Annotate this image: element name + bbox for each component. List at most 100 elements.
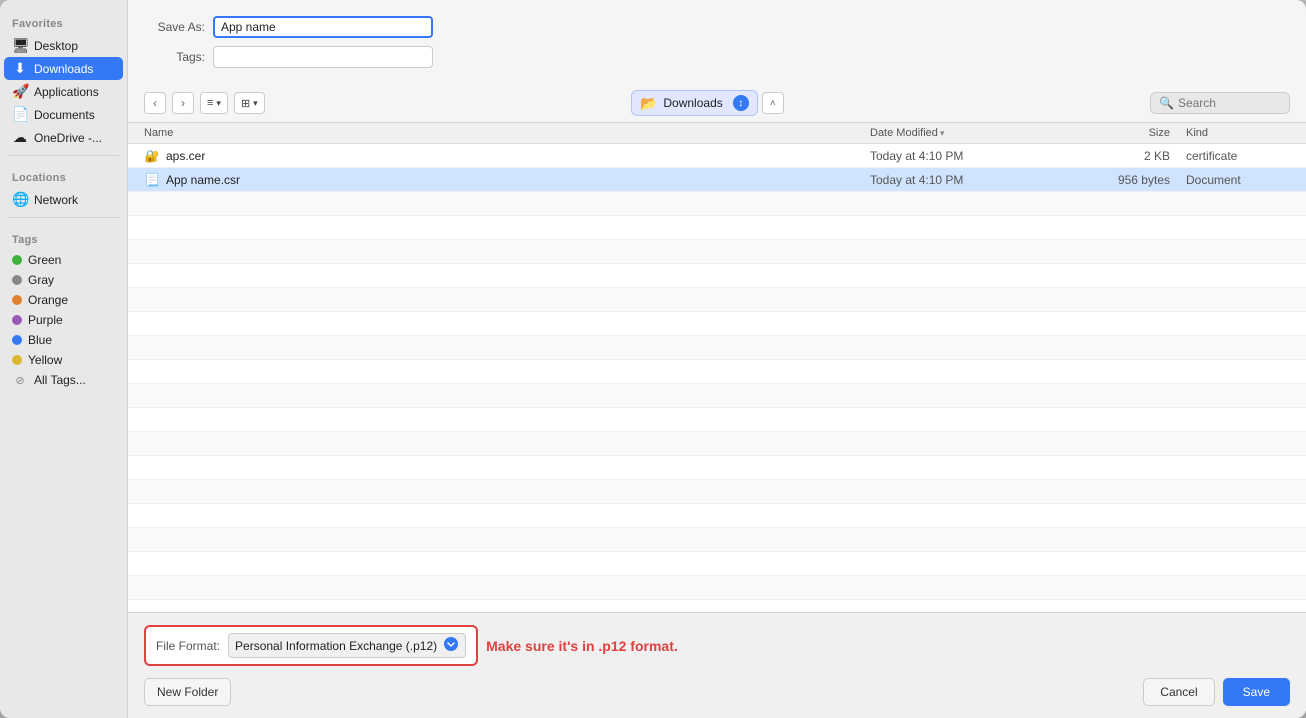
file-row-app-name-csr[interactable]: 📃 App name.csr Today at 4:10 PM 956 byte…: [128, 168, 1306, 192]
save-as-label: Save As:: [148, 20, 213, 34]
sidebar-item-tag-purple[interactable]: Purple: [4, 310, 123, 330]
format-label: File Format:: [156, 639, 220, 653]
tag-label-gray: Gray: [28, 273, 54, 287]
doc-file-icon: 📃: [144, 173, 160, 187]
sidebar-item-downloads[interactable]: ⬇ Downloads: [4, 57, 123, 80]
file-size-app-csr: 956 bytes: [1090, 173, 1170, 187]
downloads-icon: ⬇: [12, 60, 28, 77]
file-list: Name Date Modified ▾ Size Kind 🔐 aps.cer…: [128, 123, 1306, 612]
format-select-dropdown[interactable]: Personal Information Exchange (.p12): [228, 633, 466, 658]
sidebar-label-documents: Documents: [34, 108, 95, 122]
list-view-icon: ≡: [207, 97, 213, 109]
toolbar: ‹ › ≡ ▾ ⊞ ▾ 📂 Downloads ↕: [128, 84, 1306, 123]
sidebar-label-onedrive: OneDrive -...: [34, 131, 102, 145]
save-as-input[interactable]: [213, 16, 433, 38]
empty-row: [128, 432, 1306, 456]
save-button[interactable]: Save: [1223, 678, 1290, 706]
save-as-row: Save As:: [148, 16, 1286, 38]
tag-dot-purple: [12, 315, 22, 325]
search-icon: 🔍: [1159, 96, 1174, 110]
col-header-size: Size: [1090, 127, 1170, 139]
col-header-kind: Kind: [1170, 127, 1290, 139]
documents-icon: 📄: [12, 106, 28, 123]
sidebar-label-network: Network: [34, 193, 78, 207]
list-view-arrow: ▾: [216, 98, 221, 109]
file-list-header: Name Date Modified ▾ Size Kind: [128, 123, 1306, 144]
sidebar-divider-2: [8, 217, 119, 218]
file-date-aps-cer: Today at 4:10 PM: [870, 149, 1090, 163]
sidebar: Favorites 🖥 Desktop ⬇ Downloads 🚀 Applic…: [0, 0, 128, 718]
sidebar-item-tag-yellow[interactable]: Yellow: [4, 350, 123, 370]
file-row-aps-cer[interactable]: 🔐 aps.cer Today at 4:10 PM 2 KB certific…: [128, 144, 1306, 168]
empty-row: [128, 192, 1306, 216]
tag-dot-orange: [12, 295, 22, 305]
list-view-button[interactable]: ≡ ▾: [200, 92, 228, 114]
tags-label: Tags:: [148, 50, 213, 64]
empty-row: [128, 552, 1306, 576]
sidebar-item-tag-orange[interactable]: Orange: [4, 290, 123, 310]
empty-row: [128, 264, 1306, 288]
empty-row: [128, 408, 1306, 432]
empty-row: [128, 360, 1306, 384]
grid-view-button[interactable]: ⊞ ▾: [234, 92, 265, 114]
sidebar-item-applications[interactable]: 🚀 Applications: [4, 80, 123, 103]
file-name-aps-cer: aps.cer: [166, 149, 870, 163]
tag-dot-blue: [12, 335, 22, 345]
sidebar-divider-1: [8, 155, 119, 156]
sidebar-item-tag-gray[interactable]: Gray: [4, 270, 123, 290]
sort-arrow: ▾: [940, 128, 945, 139]
tags-input[interactable]: [213, 46, 433, 68]
grid-view-arrow: ▾: [253, 98, 258, 109]
sidebar-item-tag-green[interactable]: Green: [4, 250, 123, 270]
empty-row: [128, 312, 1306, 336]
tags-row: Tags:: [148, 46, 1286, 68]
sidebar-item-network[interactable]: 🌐 Network: [4, 188, 123, 211]
bottom-area: File Format: Personal Information Exchan…: [128, 612, 1306, 718]
empty-row: [128, 456, 1306, 480]
tag-dot-green: [12, 255, 22, 265]
cancel-button[interactable]: Cancel: [1143, 678, 1214, 706]
file-kind-aps-cer: certificate: [1170, 149, 1290, 163]
bottom-buttons: New Folder Cancel Save: [144, 678, 1290, 706]
favorites-label: Favorites: [0, 8, 127, 34]
action-buttons: Cancel Save: [1143, 678, 1290, 706]
format-box: File Format: Personal Information Exchan…: [144, 625, 478, 666]
applications-icon: 🚀: [12, 83, 28, 100]
tag-label-orange: Orange: [28, 293, 68, 307]
desktop-icon: 🖥: [12, 37, 28, 54]
search-input[interactable]: [1178, 96, 1281, 110]
forward-button[interactable]: ›: [172, 92, 194, 114]
col-header-date: Date Modified ▾: [870, 127, 1090, 139]
empty-row: [128, 336, 1306, 360]
location-name: Downloads: [663, 96, 722, 110]
cert-file-icon: 🔐: [144, 149, 160, 163]
expand-button[interactable]: ˄: [762, 92, 784, 114]
format-hint: Make sure it's in .p12 format.: [486, 638, 678, 654]
file-size-aps-cer: 2 KB: [1090, 149, 1170, 163]
tags-label: Tags: [0, 224, 127, 250]
file-name-app-csr: App name.csr: [166, 173, 870, 187]
tag-dot-gray: [12, 275, 22, 285]
sidebar-label-desktop: Desktop: [34, 39, 78, 53]
location-bar: 📂 Downloads ↕ ˄: [271, 90, 1144, 116]
new-folder-button[interactable]: New Folder: [144, 678, 231, 706]
empty-row: [128, 384, 1306, 408]
empty-row: [128, 240, 1306, 264]
sidebar-label-downloads: Downloads: [34, 62, 93, 76]
tag-dot-yellow: [12, 355, 22, 365]
sidebar-item-all-tags[interactable]: ⊘ All Tags...: [4, 370, 123, 390]
sidebar-item-onedrive[interactable]: ☁ OneDrive -...: [4, 126, 123, 149]
sidebar-item-tag-blue[interactable]: Blue: [4, 330, 123, 350]
format-select-value: Personal Information Exchange (.p12): [235, 639, 437, 653]
location-dropdown[interactable]: 📂 Downloads ↕: [631, 90, 758, 116]
file-kind-app-csr: Document: [1170, 173, 1290, 187]
sidebar-label-applications: Applications: [34, 85, 99, 99]
tag-label-blue: Blue: [28, 333, 52, 347]
back-button[interactable]: ‹: [144, 92, 166, 114]
sidebar-item-documents[interactable]: 📄 Documents: [4, 103, 123, 126]
main-content: Save As: Tags: ‹ › ≡ ▾ ⊞ ▾ 📂: [128, 0, 1306, 718]
empty-row: [128, 480, 1306, 504]
sidebar-item-desktop[interactable]: 🖥 Desktop: [4, 34, 123, 57]
grid-view-icon: ⊞: [241, 97, 250, 110]
tag-label-yellow: Yellow: [28, 353, 62, 367]
